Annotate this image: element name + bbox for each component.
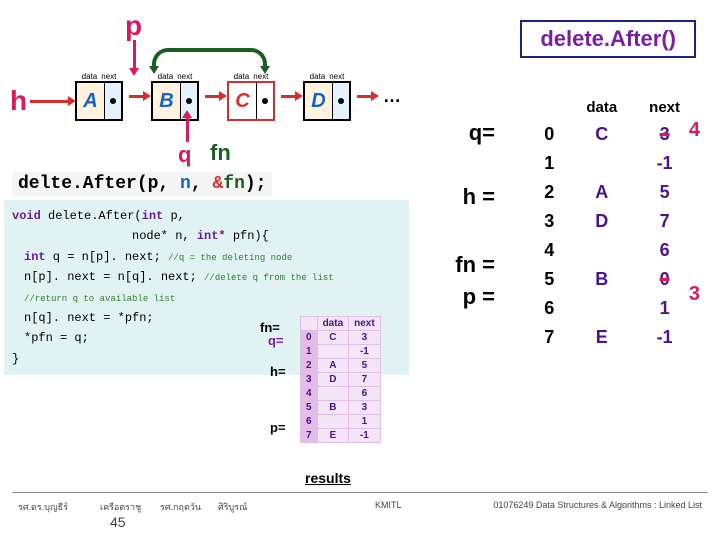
results-label: results	[305, 470, 351, 486]
node-b: B	[153, 83, 181, 119]
footer: รศ.ดร.บุญธีร์ เครือตราชู รศ.กฤตวัน ศิริบ…	[0, 492, 720, 532]
link-arrow	[129, 95, 145, 98]
mini-h: h=	[270, 364, 286, 379]
node-c: C	[229, 83, 257, 119]
page-number: 45	[110, 514, 126, 530]
author1: รศ.ดร.บุญธีร์	[18, 500, 68, 514]
mini-q: q=	[268, 333, 284, 348]
swoop-arrow	[152, 48, 267, 68]
q-label: q	[178, 142, 191, 168]
node-d: D	[305, 83, 333, 119]
title-box: delete.After()	[520, 20, 696, 58]
big-fn: fn =	[455, 252, 495, 278]
course: 01076249 Data Structures & Algorithms : …	[493, 500, 702, 510]
mini-table: datanext 0C3 1-1 2A5 3D7 46 5B3 61 7E-1	[300, 316, 381, 443]
node-a: A	[77, 83, 105, 119]
mini-p: p=	[270, 420, 286, 435]
new-val-4: 4	[689, 119, 700, 142]
link-arrow	[281, 95, 297, 98]
link-arrow	[357, 95, 373, 98]
call-line: delte.After(p, n, &fn);	[12, 172, 272, 196]
link-arrow	[205, 95, 221, 98]
fn-label: fn	[210, 140, 231, 166]
org: KMITL	[375, 500, 402, 510]
author2: เครือตราชู	[100, 500, 141, 514]
q-arrow	[186, 116, 189, 142]
big-q: q=	[469, 120, 495, 146]
big-h: h =	[463, 184, 495, 210]
big-table: datanext 0C3 1-1 2A5 3D7 46 5B0 61 7E-1	[528, 95, 696, 352]
author3: รศ.กฤตวัน	[160, 500, 201, 514]
big-p: p =	[463, 284, 495, 310]
h-label: h	[10, 85, 27, 117]
p-arrow	[133, 40, 136, 70]
p-label: p	[125, 10, 142, 42]
new-val-3: 3	[689, 283, 700, 306]
linked-list: datanextA datanextB datanextC datanextD …	[75, 72, 401, 121]
ellipsis: …	[379, 86, 401, 107]
h-arrow	[30, 100, 70, 103]
author4: ศิริบูรณ์	[218, 500, 247, 514]
